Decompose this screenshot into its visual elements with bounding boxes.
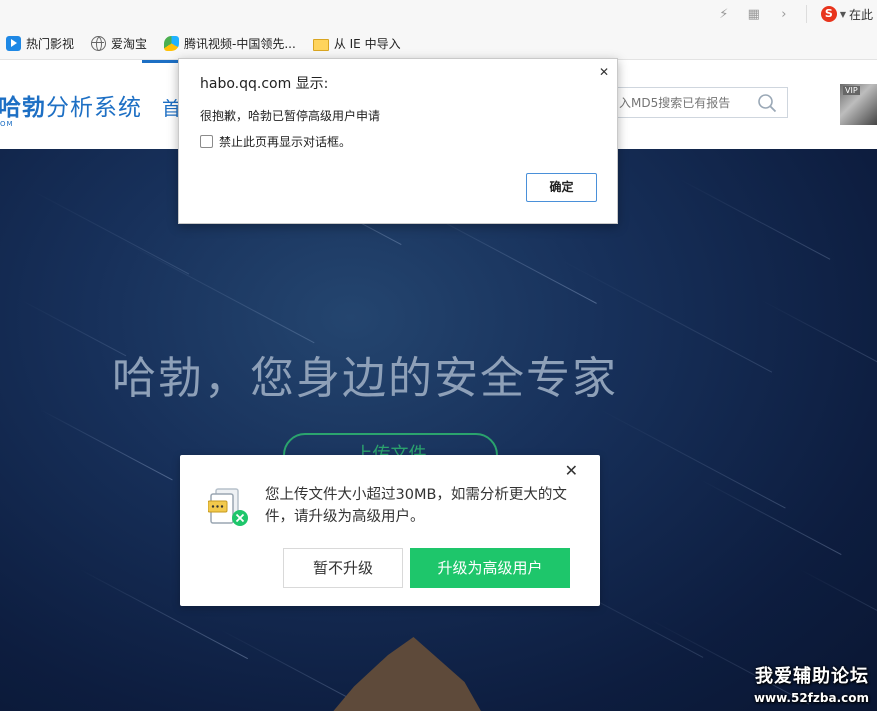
alert-message: 很抱歉，哈勃已暂停高级用户申请 [200,109,381,123]
brand-bold: 哈勃 [0,95,46,121]
star-streak [759,299,877,394]
upgrade-button[interactable]: 升级为高级用户 [410,548,570,588]
folder-icon [312,38,329,51]
play-icon [6,36,21,51]
alert-ok-button[interactable]: 确定 [526,173,597,202]
sogou-search-button[interactable]: S ▼ 在此 [820,6,873,23]
star-streak [599,409,786,509]
star-streak [699,479,842,556]
sogou-logo-icon: S [820,6,837,22]
star-streak [119,239,315,344]
vip-badge: VIP [843,86,860,95]
search-engine-label: 在此 [848,7,873,22]
checkbox-box[interactable] [200,135,213,148]
watermark-title: 我爱辅助论坛 [755,666,869,687]
hero-banner: 哈勃，您身边的安全专家 上传文件 我爱辅助论坛 www.52fzba.com [0,149,877,711]
md5-search-input[interactable] [619,95,749,110]
star-streak [19,299,127,357]
bookmark-import-ie[interactable]: 从 IE 中导入 [312,35,401,52]
suppress-dialogs-checkbox[interactable]: 禁止此页再显示对话框。 [200,133,351,150]
toolbar-divider [805,5,807,23]
tencent-video-icon [164,36,180,51]
lightning-icon[interactable]: ⚡ [716,7,732,22]
bookmarks-bar: 热门影视 爱淘宝 腾讯视频-中国领先... 从 IE 中导入 [0,28,877,60]
bookmark-label: 腾讯视频-中国领先... [184,37,296,51]
bookmark-label: 从 IE 中导入 [333,37,401,51]
md5-search-box[interactable] [596,87,788,118]
checkbox-label: 禁止此页再显示对话框。 [219,135,352,149]
watermark-url: www.52fzba.com [753,691,869,705]
mountain-silhouette [320,637,490,711]
bookmark-ai-taobao[interactable]: 爱淘宝 [91,35,147,52]
bookmark-hot-videos[interactable]: 热门影视 [6,35,74,52]
hero-slogan: 哈勃，您身边的安全专家 [112,353,618,404]
upgrade-modal: ✕ 您上传文件大小超过30MB，如需分析更大的文件，请升级为高级用户。 暂不升级… [180,455,600,606]
star-streak [29,189,190,275]
modal-message: 您上传文件大小超过30MB，如需分析更大的文件，请升级为高级用户。 [265,487,567,525]
caret-down-icon: ▼ [839,9,846,19]
qr-code-icon[interactable]: ▦ [746,7,762,22]
bookmark-tencent-video[interactable]: 腾讯视频-中国领先... [164,35,296,52]
star-streak [39,409,173,481]
chevron-right-icon[interactable]: › [776,7,792,22]
not-upgrade-button[interactable]: 暂不升级 [283,548,403,588]
site-logo[interactable]: 哈勃分析系统 [0,88,142,122]
search-icon[interactable] [757,93,777,113]
star-streak [679,179,831,260]
brand-subtext: OM [0,120,14,128]
bookmark-label: 热门影视 [26,37,75,51]
forum-watermark: 我爱辅助论坛 www.52fzba.com [754,662,869,705]
file-warning-icon [208,488,248,526]
browser-toolbar: ⚡ ▦ › S ▼ 在此 [716,0,877,28]
browser-alert-dialog: habo.qq.com 显示: ✕ 很抱歉，哈勃已暂停高级用户申请 禁止此页再显… [178,58,618,224]
alert-title: habo.qq.com 显示: [200,76,329,92]
alert-close-icon[interactable]: ✕ [599,65,609,79]
brand-rest: 分析系统 [46,95,142,121]
globe-icon [91,36,107,51]
avatar[interactable]: VIP [840,84,877,125]
bookmark-label: 爱淘宝 [111,37,148,51]
nav-active-indicator [142,60,182,63]
star-streak [799,569,877,636]
browser-top-strip: ⚡ ▦ › S ▼ 在此 [0,0,877,28]
modal-close-icon[interactable]: ✕ [565,461,578,480]
